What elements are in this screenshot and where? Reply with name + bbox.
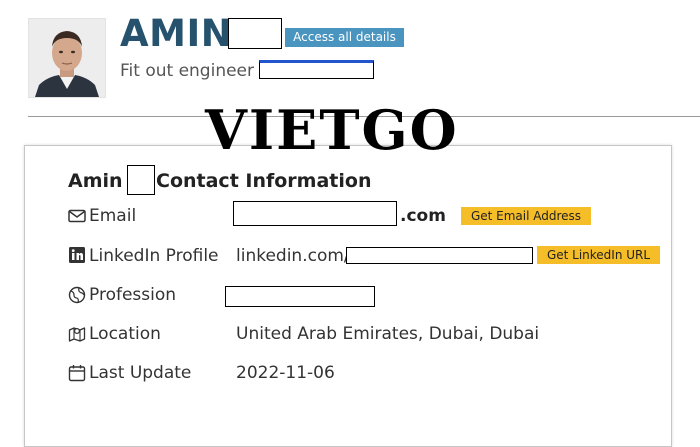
card-title: Contact Information (156, 170, 372, 192)
calendar-icon (68, 365, 86, 382)
redacted-profession (225, 286, 375, 307)
redacted-company-link (259, 60, 374, 79)
linkedin-url-prefix: linkedin.com/ (236, 246, 350, 266)
email-label: Email (89, 206, 137, 226)
redacted-email (233, 201, 397, 226)
location-label: Location (89, 324, 161, 344)
get-email-address-button[interactable]: Get Email Address (461, 207, 591, 225)
watermark-text: VIETGO (205, 98, 459, 162)
access-all-details-button[interactable]: Access all details (285, 28, 404, 47)
redacted-title-surname (127, 165, 155, 195)
redacted-surname (228, 18, 282, 49)
linkedin-icon (69, 247, 85, 263)
last-update-label: Last Update (89, 363, 192, 383)
email-domain-suffix: .com (400, 206, 446, 226)
card-title-name: Amin (68, 170, 123, 192)
envelope-icon (68, 209, 86, 223)
get-linkedin-url-button[interactable]: Get LinkedIn URL (537, 246, 660, 264)
globe-icon (68, 286, 86, 304)
profile-avatar (28, 18, 106, 98)
map-icon (68, 327, 86, 342)
profile-job-title: Fit out engineer (120, 61, 255, 81)
linkedin-profile-label: LinkedIn Profile (89, 246, 219, 266)
profile-name: AMIN (120, 12, 233, 55)
last-update-value: 2022-11-06 (236, 363, 335, 383)
redacted-linkedin-url (346, 247, 533, 264)
profession-label: Profession (89, 285, 177, 305)
location-value: United Arab Emirates, Dubai, Dubai (236, 324, 540, 344)
profile-photo (29, 19, 105, 97)
